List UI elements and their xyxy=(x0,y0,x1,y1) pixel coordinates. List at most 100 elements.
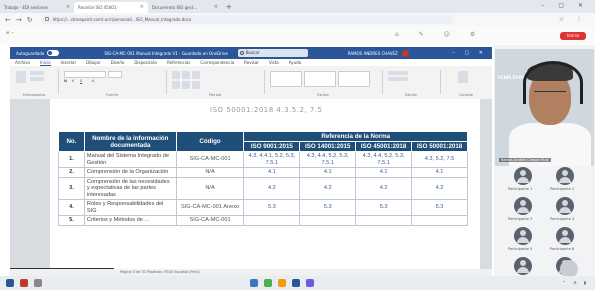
row-number: 2. xyxy=(58,167,85,178)
forward-icon[interactable]: → xyxy=(16,16,22,24)
row-ref xyxy=(299,215,357,226)
row-ref: 4.1 xyxy=(243,167,301,178)
presenter-video[interactable]: ECHM ZOOM Ramos Andres Chavez Ruiz xyxy=(495,49,594,166)
participant-avatar[interactable] xyxy=(514,167,532,185)
app-icon[interactable] xyxy=(306,279,314,287)
row-number: 1. xyxy=(58,151,85,168)
toolbar-icons[interactable]: ⌂ ✎ ☺ ⚙ xyxy=(395,31,484,38)
join-button[interactable]: Unirse xyxy=(560,32,586,40)
style-title[interactable] xyxy=(338,71,370,87)
tab-vista[interactable]: Vista xyxy=(269,60,279,65)
row-code: N/A xyxy=(175,167,245,178)
row-ref: 5.3 xyxy=(299,199,357,216)
extension-icons[interactable]: ☆ ⋮ xyxy=(559,16,587,23)
participant-avatar[interactable] xyxy=(556,227,574,245)
app-icon[interactable] xyxy=(34,279,42,287)
divider xyxy=(382,70,383,94)
app-icon[interactable] xyxy=(278,279,286,287)
autosave-toggle[interactable] xyxy=(47,50,60,56)
browser-tab-active[interactable]: Reunión ISO 45001 × xyxy=(74,2,148,13)
style-heading[interactable] xyxy=(304,71,336,87)
start-icon[interactable] xyxy=(6,279,14,287)
reload-icon[interactable]: ↻ xyxy=(27,16,33,24)
row-ref: 4.1 xyxy=(299,167,357,178)
row-ref: 4.2 xyxy=(355,176,413,200)
tab-revisar[interactable]: Revisar xyxy=(244,60,259,65)
apps-icon[interactable]: ⊞ ··· xyxy=(6,30,14,35)
new-tab-icon[interactable]: + xyxy=(226,3,232,11)
url-bar[interactable]: https://...sharepoint.com/:w:/r/personal… xyxy=(40,15,453,24)
tab-archivo[interactable]: Archivo xyxy=(15,60,30,65)
video-panel: ECHM ZOOM Ramos Andres Chavez Ruiz Parti… xyxy=(494,45,595,290)
close-icon[interactable]: × xyxy=(140,2,144,13)
bullets-icon[interactable] xyxy=(172,71,180,79)
header-iso-50001: ISO 50001:2018 xyxy=(411,141,468,152)
word-app-icon[interactable] xyxy=(292,279,300,287)
row-number: 5. xyxy=(58,215,85,226)
system-tray-icons[interactable]: ⌃ ◔ ▮ xyxy=(562,280,589,285)
row-name: Comprensión de las necesidades y expecta… xyxy=(83,176,177,200)
participant-avatar[interactable] xyxy=(556,197,574,215)
row-ref: 5.3 xyxy=(243,199,301,216)
document-title: SIG-CA-MC-001 Manual Integrado V1 - Guar… xyxy=(104,50,228,56)
document-page[interactable]: ISO 50001:2018 4.3.5.2, 7.5 No. Nombre d… xyxy=(50,99,480,269)
participant-avatar[interactable] xyxy=(514,197,532,215)
app-icon[interactable] xyxy=(20,279,28,287)
window-controls[interactable]: – ▢ ✕ xyxy=(541,2,589,9)
align-right-icon[interactable] xyxy=(192,81,200,89)
status-text: Página 5 de 31 Palabras: 6540 Español (P… xyxy=(120,270,200,274)
divider xyxy=(264,70,265,94)
browser-tab[interactable]: Trabajo - EDI sesiones × xyxy=(0,2,74,13)
participant-name: Participante 2 xyxy=(550,187,575,191)
table-row: 3. Comprensión de las necesidades y expe… xyxy=(58,176,468,200)
participant-avatar[interactable] xyxy=(514,257,532,275)
tab-insertar[interactable]: Insertar xyxy=(61,60,77,65)
tab-inicio[interactable]: Inicio xyxy=(39,60,51,66)
ribbon-tabs: Archivo Inicio Insertar Dibujar Diseño D… xyxy=(10,59,492,66)
header-iso-14001: ISO 14001:2015 xyxy=(299,141,357,152)
table-row: 5. Criterios y Métodos de ... SIG-CA-MC-… xyxy=(58,215,468,226)
find-icon[interactable] xyxy=(388,71,408,75)
group-font: N K S A Fuente xyxy=(62,69,162,97)
align-center-icon[interactable] xyxy=(182,81,190,89)
tab-disposicion[interactable]: Disposición xyxy=(134,60,157,65)
tab-diseno[interactable]: Diseño xyxy=(111,60,125,65)
tab-dibujar[interactable]: Dibujar xyxy=(86,60,100,65)
italic-icon[interactable]: K xyxy=(72,79,74,83)
numbering-icon[interactable] xyxy=(182,71,190,79)
presenter-name: Ramos Andres Chavez Ruiz xyxy=(499,158,551,162)
cut-icon[interactable] xyxy=(30,71,44,75)
row-number: 4. xyxy=(58,199,85,216)
avatar[interactable] xyxy=(401,49,409,57)
app-icon[interactable] xyxy=(250,279,258,287)
participant-avatar[interactable] xyxy=(556,167,574,185)
tab-ayuda[interactable]: Ayuda xyxy=(289,60,301,65)
tab-referencias[interactable]: Referencias xyxy=(167,60,190,65)
group-editing: Edición xyxy=(386,69,436,97)
underline-icon[interactable]: S xyxy=(80,79,82,83)
close-icon[interactable]: × xyxy=(66,2,70,13)
search-input[interactable]: Buscar xyxy=(237,49,308,57)
group-dictate: Dictado xyxy=(444,69,488,97)
close-icon[interactable]: × xyxy=(214,2,218,13)
indent-icon[interactable] xyxy=(192,71,200,79)
font-color-icon[interactable]: A xyxy=(92,79,94,83)
font-family-select[interactable] xyxy=(64,71,106,78)
word-window-controls[interactable]: – ▢ ✕ xyxy=(452,50,487,56)
tab-correspondencia[interactable]: Correspondencia xyxy=(200,60,234,65)
style-normal[interactable] xyxy=(270,71,302,87)
bold-icon[interactable]: N xyxy=(64,79,67,83)
align-left-icon[interactable] xyxy=(172,81,180,89)
participant-avatar[interactable] xyxy=(514,227,532,245)
back-icon[interactable]: ← xyxy=(5,16,11,24)
table-row: 1. Manual del Sistema Integrado de Gesti… xyxy=(58,151,468,168)
font-size-select[interactable] xyxy=(108,71,122,78)
group-styles: Estilos xyxy=(268,69,378,97)
word-status-bar: Página 5 de 31 Palabras: 6540 Español (P… xyxy=(10,269,492,276)
paste-icon[interactable] xyxy=(16,71,26,83)
browser-tab[interactable]: Documento ISO gest... × xyxy=(148,2,222,13)
app-icon[interactable] xyxy=(264,279,272,287)
microphone-icon[interactable] xyxy=(458,71,468,83)
replace-icon[interactable] xyxy=(388,77,408,81)
copy-icon[interactable] xyxy=(30,77,44,81)
